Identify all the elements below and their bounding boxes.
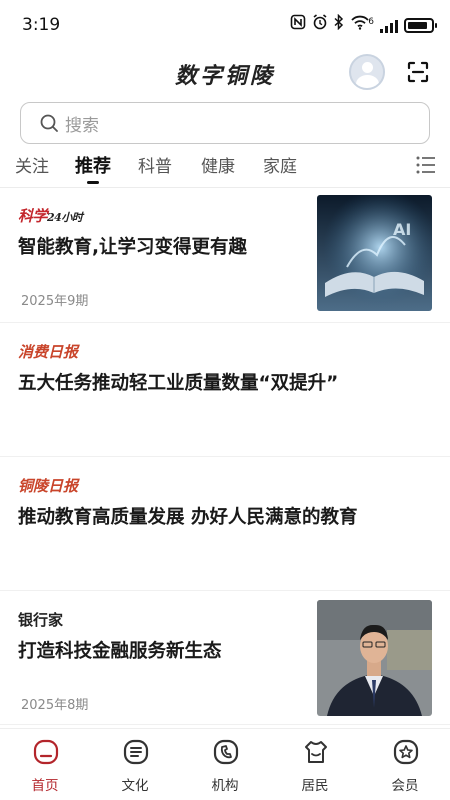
svg-text:AI: AI <box>393 220 411 239</box>
nav-label: 文化 <box>121 778 149 794</box>
search-placeholder: 搜索 <box>65 115 99 136</box>
wifi-icon <box>350 14 370 37</box>
tab-family[interactable]: 家庭 <box>263 152 297 177</box>
article-item[interactable]: 银行家 打造科技金融服务新生态 2025年8期 <box>0 591 450 725</box>
nav-label: 机构 <box>211 778 239 794</box>
battery-icon <box>404 18 437 33</box>
member-icon <box>393 739 419 765</box>
article-feed: 科学24小时 智能教育,让学习变得更有趣 2025年9期 AI 消费日报 五大任… <box>0 189 450 725</box>
nav-label: 会员 <box>391 778 419 794</box>
article-title: 智能教育,让学习变得更有趣 <box>18 237 248 258</box>
article-title: 五大任务推动轻工业质量数量“双提升” <box>18 373 339 394</box>
article-item[interactable]: 消费日报 五大任务推动轻工业质量数量“双提升” <box>0 323 450 457</box>
resident-icon <box>305 741 327 763</box>
nav-label: 居民 <box>301 778 329 794</box>
status-icons: 6 <box>290 13 437 37</box>
tab-follow[interactable]: 关注 <box>15 152 49 177</box>
organization-icon <box>213 739 239 765</box>
tab-menu-icon[interactable] <box>416 156 436 174</box>
status-time: 3:19 <box>22 15 61 35</box>
bluetooth-icon <box>334 13 344 37</box>
alarm-icon <box>312 14 328 37</box>
home-icon <box>33 739 59 765</box>
source-suffix: 24小时 <box>47 211 83 224</box>
avatar-body <box>356 75 379 88</box>
app-header: 数字铜陵 <box>0 48 450 98</box>
nav-item-member[interactable]: 会员 <box>360 729 450 800</box>
signal-icon <box>380 19 398 33</box>
search-icon <box>40 114 58 132</box>
tab-science[interactable]: 科普 <box>138 152 172 177</box>
bottom-nav: 首页 文化 机构 居民 会员 <box>0 728 450 800</box>
nav-item-home[interactable]: 首页 <box>0 729 90 800</box>
network-label: 6 <box>368 16 374 27</box>
culture-icon <box>123 739 149 765</box>
nav-item-organization[interactable]: 机构 <box>180 729 270 800</box>
article-title: 推动教育高质量发展 办好人民满意的教育 <box>18 507 358 528</box>
article-title: 打造科技金融服务新生态 <box>18 641 222 662</box>
scan-icon[interactable] <box>406 60 430 84</box>
user-avatar-icon[interactable] <box>349 54 385 90</box>
nav-label: 首页 <box>31 778 59 794</box>
tab-health[interactable]: 健康 <box>201 152 235 177</box>
article-item[interactable]: 科学24小时 智能教育,让学习变得更有趣 2025年9期 AI <box>0 189 450 323</box>
article-date: 2025年8期 <box>21 698 89 713</box>
battery-level <box>408 22 427 29</box>
article-source: 科学24小时 <box>18 205 83 226</box>
status-bar: 3:19 6 <box>0 0 450 48</box>
nfc-icon <box>290 14 306 37</box>
category-tabs: 关注 推荐 科普 健康 家庭 <box>0 148 450 188</box>
article-source: 铜陵日报 <box>18 477 79 495</box>
article-thumbnail-portrait <box>317 600 432 716</box>
article-item[interactable]: 铜陵日报 推动教育高质量发展 办好人民满意的教育 <box>0 457 450 591</box>
nav-item-culture[interactable]: 文化 <box>90 729 180 800</box>
source-prefix: 科学 <box>18 207 48 225</box>
article-source: 银行家 <box>18 611 64 629</box>
active-tab-indicator <box>87 181 99 184</box>
nav-item-resident[interactable]: 居民 <box>270 729 360 800</box>
article-source: 消费日报 <box>18 343 79 361</box>
avatar-head <box>362 62 373 73</box>
article-thumbnail-book: AI <box>317 195 432 311</box>
article-date: 2025年9期 <box>21 294 89 309</box>
tab-recommend[interactable]: 推荐 <box>75 152 111 178</box>
search-input[interactable]: 搜索 <box>20 102 430 144</box>
